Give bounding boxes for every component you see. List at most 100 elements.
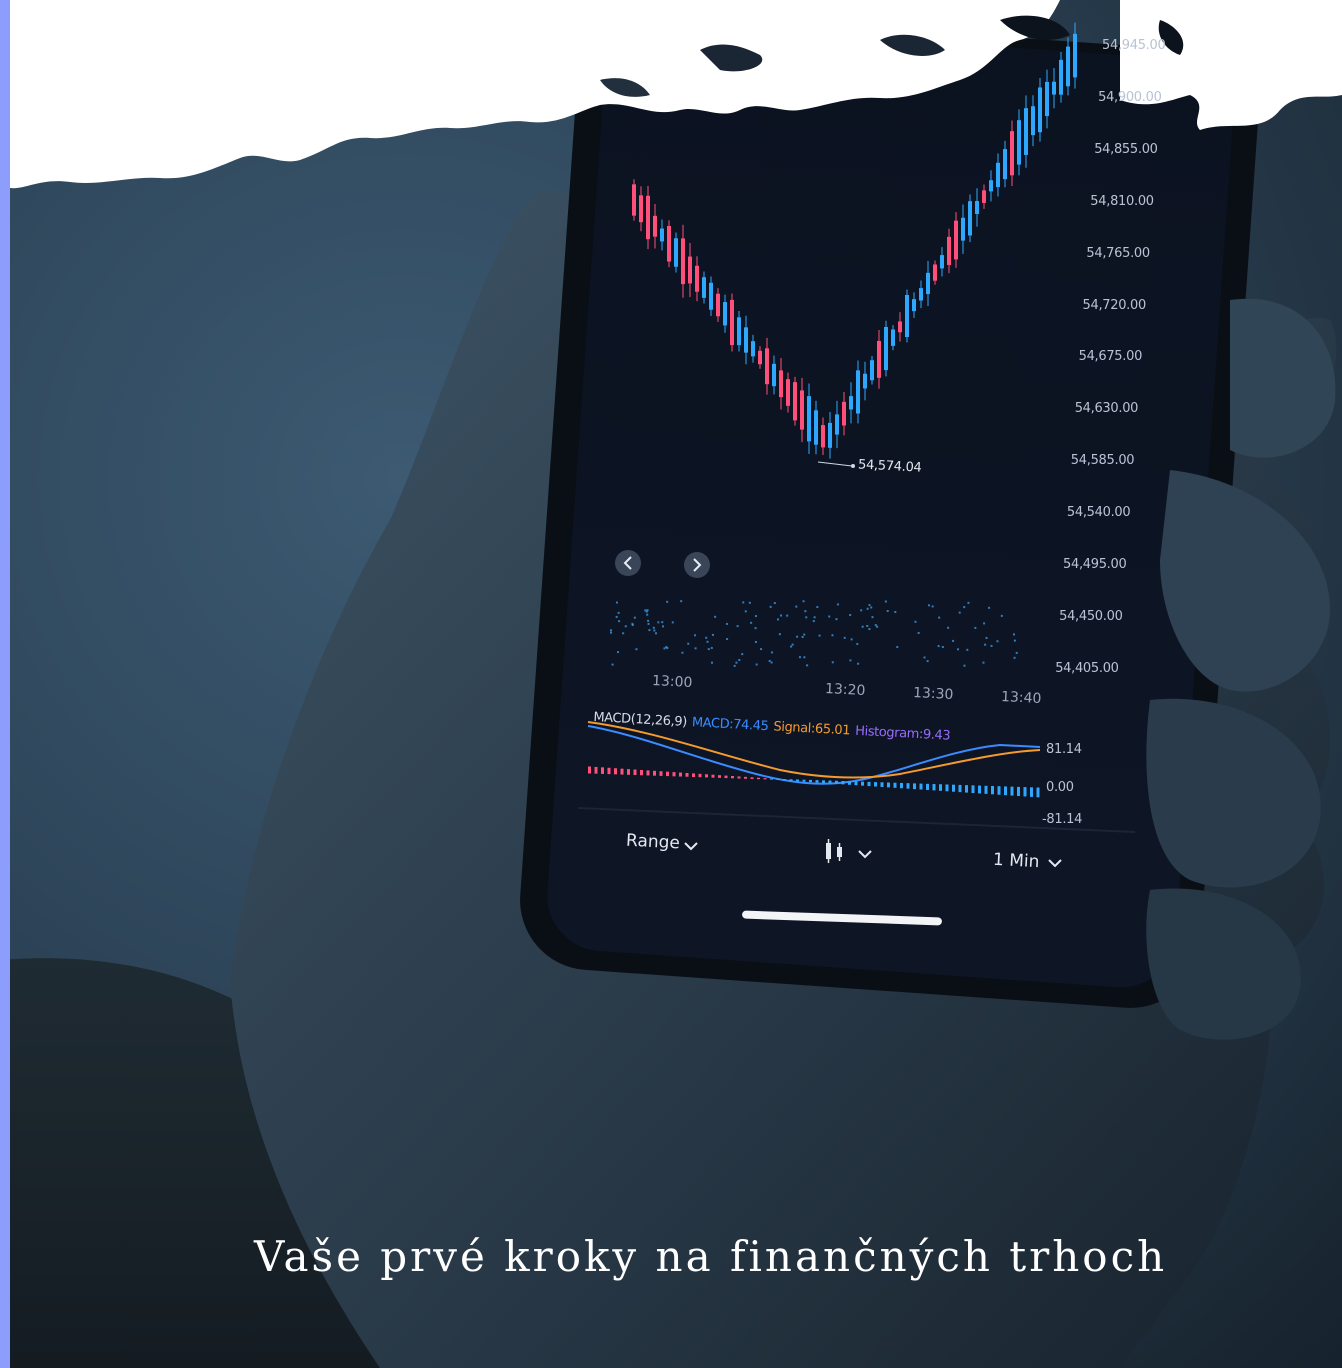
- candle-body: [933, 264, 937, 281]
- price-tick: 54,855.00: [1094, 141, 1158, 157]
- caption-text: Vaše prvé kroky na finančných trhoch: [254, 1232, 1168, 1281]
- volume-dot: [661, 621, 664, 624]
- histogram-bar: [646, 770, 650, 776]
- volume-dot: [635, 648, 638, 651]
- macd-scale-tick: 81.14: [1046, 742, 1082, 757]
- candle-body: [856, 370, 860, 414]
- histogram-bar: [893, 782, 897, 788]
- volume-dot: [963, 664, 966, 667]
- volume-dot: [773, 602, 776, 605]
- photo-background: 54,945.00 54,900.00 54,855.00 54,810.00 54,7…: [0, 0, 1342, 1368]
- volume-dot: [870, 606, 873, 609]
- histogram-bar: [796, 779, 799, 782]
- candle-body: [1073, 33, 1077, 78]
- candle-body: [968, 201, 972, 236]
- candle-body: [835, 414, 839, 435]
- interval-button[interactable]: 1 Min: [993, 850, 1040, 872]
- histogram-bar: [776, 778, 780, 781]
- volume-dot: [665, 646, 668, 649]
- candle-body: [828, 422, 832, 448]
- histogram-bar: [666, 771, 669, 777]
- volume-dot: [770, 661, 773, 664]
- candle-body: [632, 184, 636, 216]
- histogram-bar: [997, 786, 1001, 795]
- histogram-bar: [594, 766, 598, 774]
- candle-body: [891, 329, 895, 346]
- candle-body: [1066, 46, 1070, 87]
- volume-dot: [617, 611, 620, 614]
- histogram-bar: [1010, 786, 1014, 796]
- volume-dot: [780, 614, 783, 617]
- volume-dot: [707, 648, 710, 651]
- histogram-bar: [828, 780, 832, 784]
- histogram-bar: [971, 785, 975, 793]
- volume-dot: [937, 645, 940, 648]
- volume-dot: [804, 610, 807, 613]
- candle-body: [1024, 108, 1028, 155]
- histogram-bar: [854, 781, 858, 786]
- volume-dot: [963, 606, 966, 609]
- volume-dot: [617, 651, 620, 654]
- candle-body: [1003, 149, 1007, 180]
- histogram-bar: [744, 776, 747, 779]
- volume-dot: [706, 640, 709, 643]
- volume-dot: [741, 653, 744, 656]
- range-button[interactable]: Range: [626, 831, 681, 854]
- histogram-bar: [809, 779, 812, 783]
- volume-dot: [831, 661, 834, 664]
- volume-dot: [694, 634, 697, 637]
- volume-dot: [624, 625, 627, 628]
- volume-dot: [631, 622, 634, 625]
- volume-dot: [778, 633, 781, 636]
- candle-body: [947, 236, 951, 265]
- volume-dot: [742, 601, 745, 604]
- low-marker-dot: [851, 464, 855, 468]
- volume-dot: [876, 625, 879, 628]
- candle-body: [702, 277, 706, 298]
- histogram-bar: [815, 780, 819, 783]
- candle-body: [737, 317, 741, 346]
- volume-dot: [850, 638, 853, 641]
- histogram-bar: [991, 786, 994, 795]
- time-tick: 13:30: [912, 684, 954, 704]
- candle-body: [807, 396, 811, 442]
- histogram-bar: [685, 772, 689, 777]
- candle-body: [989, 180, 993, 192]
- volume-dot: [917, 631, 920, 634]
- histogram-bar: [633, 769, 637, 776]
- histogram-bar: [822, 780, 825, 784]
- histogram-bar: [926, 783, 929, 790]
- volume-dot: [644, 609, 647, 612]
- histogram-bar: [640, 769, 643, 776]
- histogram-bar: [653, 770, 656, 776]
- histogram-bar: [1017, 786, 1020, 797]
- volume-dot: [754, 640, 757, 643]
- time-tick: 13:40: [1000, 688, 1042, 708]
- price-tick: 54,495.00: [1063, 557, 1127, 572]
- volume-dot: [984, 643, 987, 646]
- candle-body: [1045, 81, 1049, 117]
- histogram-bar: [958, 784, 962, 793]
- volume-dot: [1000, 614, 1003, 617]
- histogram-bar: [737, 776, 741, 779]
- histogram-bar: [906, 783, 910, 789]
- histogram-bar: [900, 782, 903, 789]
- candle-body: [814, 410, 818, 445]
- candle-body: [772, 363, 776, 387]
- volume-dot: [760, 648, 763, 651]
- candle-body: [1059, 59, 1063, 95]
- candle-body: [751, 341, 755, 357]
- candle-body: [744, 327, 748, 353]
- volume-dot: [736, 625, 739, 628]
- chevron-left-button: [615, 550, 641, 576]
- volume-dot: [849, 614, 852, 617]
- histogram-bar: [1036, 787, 1040, 798]
- candle-body: [912, 299, 916, 312]
- volume-dot: [884, 600, 887, 603]
- volume-dot: [647, 619, 650, 622]
- volume-dot: [647, 622, 650, 625]
- volume-dot: [611, 663, 614, 666]
- candle-body: [842, 401, 846, 426]
- volume-dot: [927, 604, 930, 607]
- histogram-bar: [789, 779, 793, 781]
